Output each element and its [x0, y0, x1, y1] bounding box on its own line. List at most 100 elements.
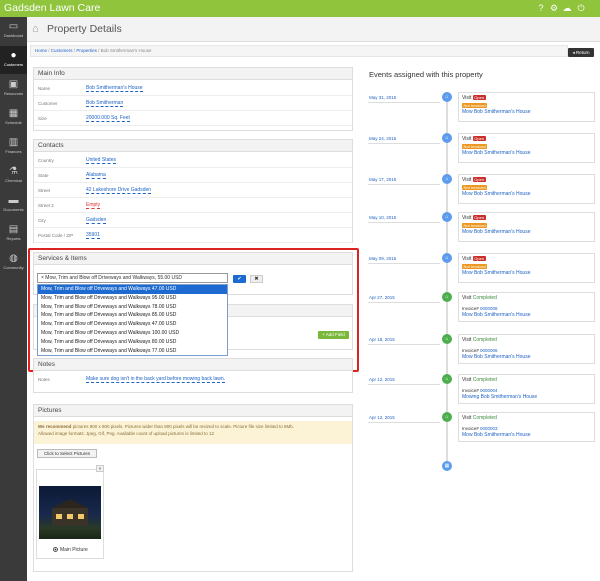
event-date[interactable]: May 17, 2015 [369, 177, 396, 182]
field-label: City [38, 218, 46, 223]
invoice-label: Invoice# [462, 306, 479, 311]
field-label: State [38, 173, 49, 178]
field-row: Size 20000.000 Sq. Feet [34, 111, 352, 126]
event-kind: Visit [462, 177, 472, 183]
field-value[interactable]: United States [86, 157, 117, 164]
event-divider [368, 102, 440, 103]
invoice-link[interactable]: 0000006 [480, 348, 498, 353]
main-picture-label: Main Picture [60, 547, 88, 553]
sidebar-item-customers[interactable]: ● Customers [0, 46, 27, 74]
event-card[interactable]: Visit Open Not Invoiced Mow Bob Smitherman… [458, 174, 595, 204]
field-value[interactable]: 42 Lakeshore Drive Gadsden [86, 187, 152, 194]
field-value[interactable]: Bob Smitherman [86, 100, 124, 107]
event-card[interactable]: Visit Completed Invoice# 0000006 Mow Bob S… [458, 292, 595, 322]
event-link[interactable]: Mow Bob Smitherman's House [462, 354, 591, 360]
remove-picture-button[interactable]: × [96, 465, 104, 472]
sidebar-label: Schedule [5, 120, 22, 125]
event-link[interactable]: Mow Bob Smitherman's House [462, 229, 591, 235]
field-value[interactable]: Alabama [86, 172, 106, 179]
sidebar-item-community[interactable]: ◍ Community [0, 249, 27, 277]
billing-badge: Not Invoiced [462, 144, 488, 149]
breadcrumb-customers[interactable]: Customers [51, 48, 73, 53]
user-icon: ● [10, 50, 17, 61]
status-badge: Open [472, 136, 486, 141]
field-row: Postal Code / ZIP 35901 [34, 228, 352, 243]
sidebar-item-resources[interactable]: ▣ Resources [0, 75, 27, 103]
field-value[interactable]: 35901 [86, 232, 100, 239]
sidebar-item-documents[interactable]: ▬ Documents [0, 191, 27, 219]
contacts-heading: Contacts [34, 140, 352, 152]
events-heading: Events assigned with this property [369, 70, 483, 79]
main-picture-radio[interactable]: Main Picture [53, 547, 88, 553]
contacts-panel: Contacts Country United States State Alabam… [33, 139, 353, 243]
sidebar-label: Documents [3, 207, 24, 212]
billing-badge: Not Invoiced [462, 223, 488, 228]
notes-value[interactable]: Make sure dog isn't in the back yard bef… [86, 376, 226, 383]
breadcrumb-properties[interactable]: Properties [76, 48, 97, 53]
select-pictures-button[interactable]: Click to Select Pictures [37, 449, 97, 458]
event-link[interactable]: Mow Bob Smitherman's House [462, 191, 591, 197]
recommend-text: pictures 800 x 800 pixels. Pictures wide… [71, 424, 295, 429]
event-card[interactable]: Visit Open Not Invoiced Mow Bob Smitherman… [458, 92, 595, 122]
invoice-link[interactable]: 0000003 [480, 426, 498, 431]
event-date[interactable]: Apr 18, 2015 [369, 337, 395, 342]
event-date[interactable]: May 10, 2015 [369, 215, 396, 220]
event-card[interactable]: Visit Completed Invoice# 0000006 Mow Bob S… [458, 334, 595, 364]
event-card[interactable]: Visit Open Not Invoiced Mow Bob Smitherman… [458, 212, 595, 242]
home-icon: ⌂ [442, 412, 452, 422]
home-icon: ⌂ [32, 23, 39, 35]
field-value[interactable]: Empty [86, 202, 101, 209]
invoice-link[interactable]: 0000006 [480, 306, 498, 311]
box-icon: ▣ [8, 79, 19, 90]
field-label: Postal Code / ZIP [38, 233, 74, 238]
event-date[interactable]: Apr 12, 2015 [369, 415, 395, 420]
event-card[interactable]: Visit Completed Invoice# 0000003 Mow Bob S… [458, 412, 595, 442]
sidebar-label: Resources [3, 91, 24, 96]
return-label: Return [576, 50, 590, 55]
field-label: Street [38, 188, 51, 193]
gear-icon[interactable]: ⚙ [549, 3, 559, 13]
field-value[interactable]: 20000.000 Sq. Feet [86, 115, 130, 122]
invoice-label: Invoice# [462, 426, 479, 431]
sidebar-item-chemical[interactable]: ⚗ Chemical [0, 162, 27, 190]
event-link[interactable]: Mow Bob Smitherman's House [462, 109, 591, 115]
field-label: Size [38, 116, 47, 121]
field-value[interactable]: Gadsden [86, 217, 107, 224]
event-link[interactable]: Mow Bob Smitherman's House [462, 312, 591, 318]
main-info-heading: Main Info [34, 68, 352, 80]
sidebar-item-schedule[interactable]: ▦ Schedule [0, 104, 27, 132]
sidebar-item-reports[interactable]: ▤ Reports [0, 220, 27, 248]
event-date[interactable]: May 09, 2015 [369, 256, 396, 261]
field-row: Name Bob Smitherman's House [34, 81, 352, 96]
field-label: Country [38, 158, 54, 163]
sidebar-item-dashboard[interactable]: ▭ Dashboard [0, 17, 27, 45]
status-badge: Open [472, 177, 486, 182]
event-card[interactable]: Visit Open Not Invoiced Mow Bob Smitherman… [458, 253, 595, 283]
return-button[interactable]: ◂ Return [568, 48, 594, 57]
event-date[interactable]: Apr 27, 2015 [369, 295, 395, 300]
help-icon[interactable]: ? [536, 3, 546, 13]
invoice-link[interactable]: 0000004 [480, 388, 498, 393]
radio-icon[interactable] [53, 547, 58, 553]
field-row: State Alabama [34, 168, 352, 183]
sidebar: ▭ Dashboard ● Customers ▣ Resources ▦ Schedule ▥… [0, 17, 27, 581]
monitor-icon: ▭ [8, 21, 19, 32]
event-date[interactable]: Apr 12, 2015 [369, 377, 395, 382]
billing-badge: Not Invoiced [462, 264, 488, 269]
calendar-icon[interactable]: ▦ [442, 461, 452, 471]
event-link[interactable]: Mow Bob Smitherman's House [462, 150, 591, 156]
breadcrumb-home[interactable]: Home [35, 48, 47, 53]
event-date[interactable]: May 31, 2015 [369, 95, 396, 100]
event-link[interactable]: Mow Bob Smitherman's House [462, 432, 591, 438]
event-link[interactable]: Mowing Bob Smitherman's House [462, 394, 591, 400]
field-value[interactable]: Bob Smitherman's House [86, 85, 143, 92]
event-card[interactable]: Visit Completed Invoice# 0000004 Mowing Bo… [458, 374, 595, 404]
event-date[interactable]: May 24, 2015 [369, 136, 396, 141]
event-link[interactable]: Mow Bob Smitherman's House [462, 270, 591, 276]
sidebar-item-finances[interactable]: ▥ Finances [0, 133, 27, 161]
cloud-icon[interactable]: ☁ [562, 3, 572, 13]
app-title[interactable]: Gadsden Lawn Care [4, 2, 100, 14]
event-card[interactable]: Visit Open Not Invoiced Mow Bob Smitherman… [458, 133, 595, 163]
power-icon[interactable]: ⏻ [576, 3, 586, 13]
breadcrumb: Home / Customers / Properties / Bob Smit… [30, 45, 568, 57]
